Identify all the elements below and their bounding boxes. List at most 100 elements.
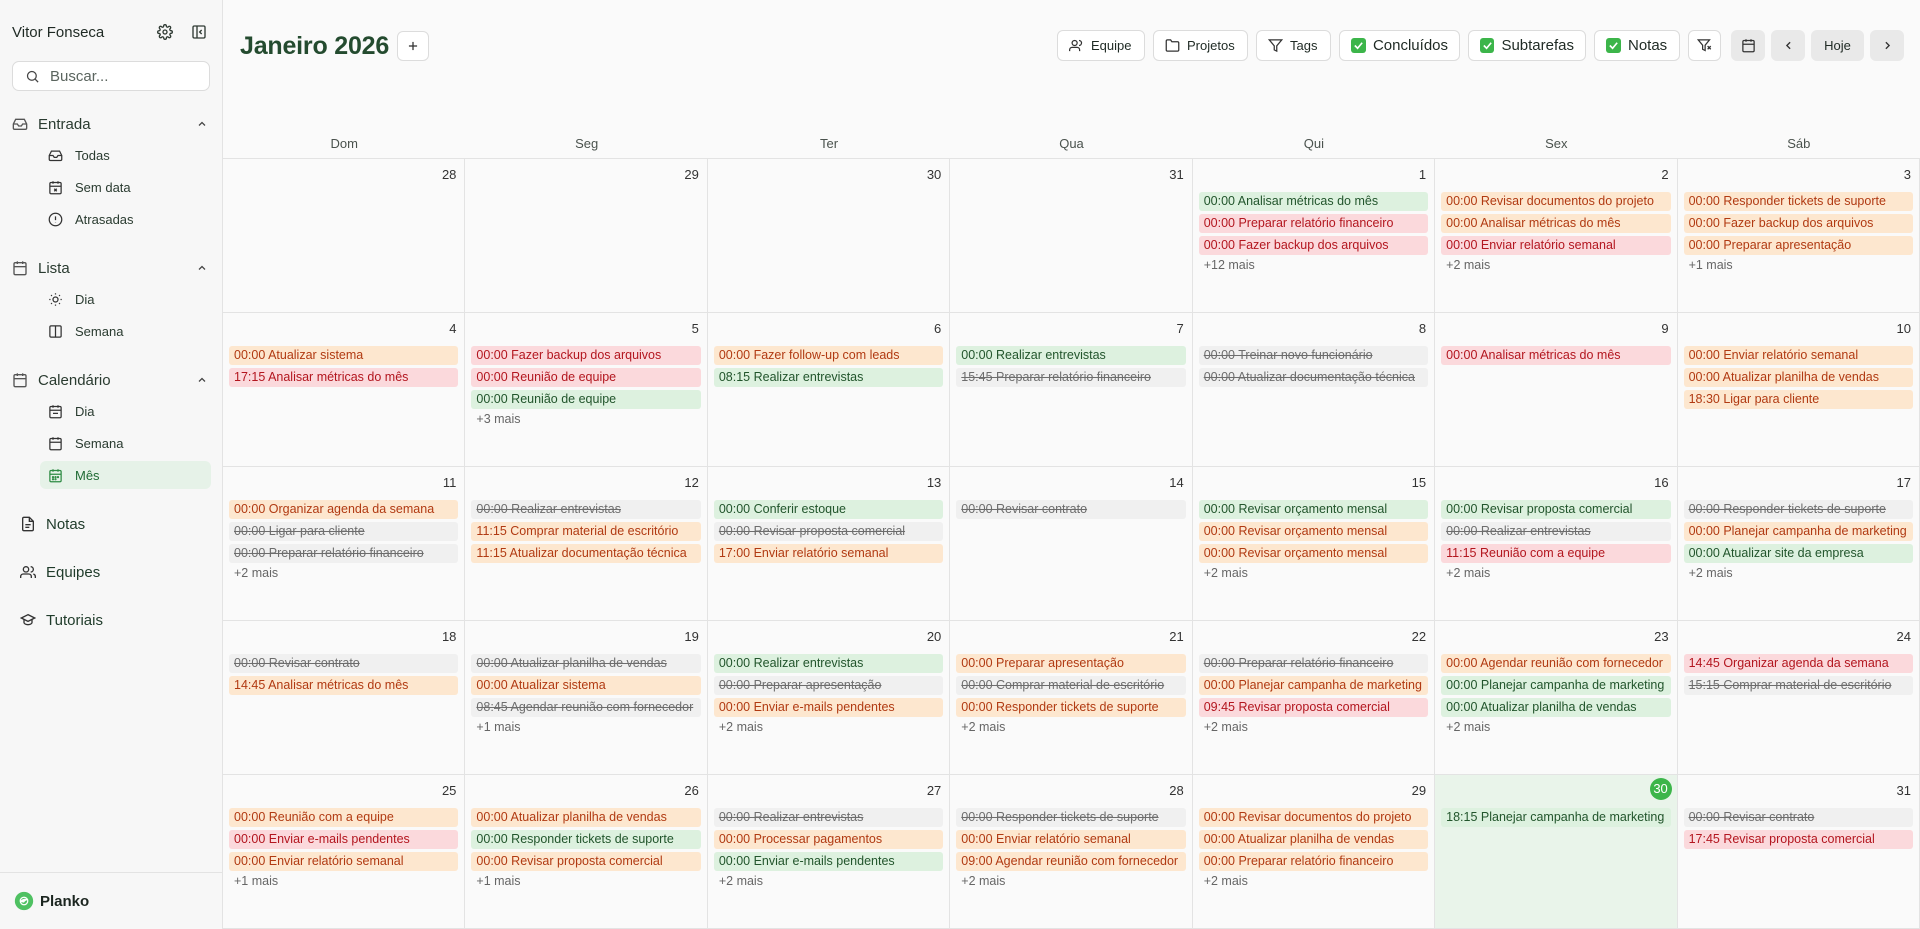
calendar-event[interactable]: 00:00 Reunião de equipe bbox=[471, 368, 701, 387]
more-events-link[interactable]: +2 mais bbox=[956, 874, 1185, 888]
more-events-link[interactable]: +1 mais bbox=[471, 874, 700, 888]
calendar-event[interactable]: 00:00 Revisar contrato bbox=[229, 654, 459, 673]
calendar-event[interactable]: 00:00 Responder tickets de suporte bbox=[956, 698, 1186, 717]
add-button[interactable] bbox=[397, 31, 429, 61]
search-input[interactable] bbox=[50, 67, 200, 85]
day-cell[interactable]: 29 bbox=[465, 159, 708, 313]
today-button[interactable]: Hoje bbox=[1811, 30, 1864, 61]
calendar-event[interactable]: 00:00 Preparar apresentação bbox=[956, 654, 1186, 673]
day-cell[interactable]: 7 00:00 Realizar entrevistas 15:45 Prepara… bbox=[950, 313, 1193, 467]
tags-filter-button[interactable]: Tags bbox=[1256, 30, 1331, 61]
day-cell[interactable]: 12 00:00 Realizar entrevistas 11:15 Compra… bbox=[465, 467, 708, 621]
sidebar-item-cal-dia[interactable]: Dia bbox=[40, 397, 211, 425]
chevron-up-icon[interactable] bbox=[194, 372, 210, 388]
calendar-event[interactable]: 00:00 Responder tickets de suporte bbox=[471, 830, 701, 849]
more-events-link[interactable]: +2 mais bbox=[956, 720, 1185, 734]
chevron-up-icon[interactable] bbox=[194, 260, 210, 276]
notes-toggle[interactable]: Notas bbox=[1594, 30, 1680, 61]
section-list[interactable]: Lista bbox=[12, 256, 210, 280]
sidebar-item-atrasadas[interactable]: Atrasadas bbox=[40, 205, 211, 233]
day-cell[interactable]: 31 00:00 Revisar contrato 17:45 Revisar pr… bbox=[1677, 775, 1920, 929]
calendar-event[interactable]: 11:15 Reunião com a equipe bbox=[1441, 544, 1671, 563]
calendar-event[interactable]: 00:00 Fazer backup dos arquivos bbox=[1198, 236, 1429, 255]
calendar-event[interactable]: 00:00 Revisar orçamento mensal bbox=[1198, 544, 1429, 563]
calendar-event[interactable]: 00:00 Enviar relatório semanal bbox=[1441, 236, 1671, 255]
calendar-event[interactable]: 17:45 Revisar proposta comercial bbox=[1683, 830, 1913, 849]
day-cell[interactable]: 1 00:00 Analisar métricas do mês 00:00 Pre… bbox=[1192, 159, 1436, 313]
calendar-event[interactable]: 17:15 Analisar métricas do mês bbox=[229, 368, 459, 387]
calendar-event[interactable]: 00:00 Planejar campanha de marketing bbox=[1441, 676, 1671, 695]
section-calendar[interactable]: Calendário bbox=[12, 368, 210, 392]
calendar-event[interactable]: 00:00 Revisar orçamento mensal bbox=[1198, 522, 1429, 541]
day-cell[interactable]: 11 00:00 Organizar agenda da semana 00:00 … bbox=[223, 467, 466, 621]
day-cell[interactable]: 9 00:00 Analisar métricas do mês bbox=[1435, 313, 1678, 467]
day-cell-today[interactable]: 30 18:15 Planejar campanha de marketing bbox=[1435, 775, 1678, 929]
calendar-event[interactable]: 00:00 Atualizar planilha de vendas bbox=[471, 808, 701, 827]
calendar-event[interactable]: 00:00 Conferir estoque bbox=[713, 500, 944, 519]
day-cell[interactable]: 26 00:00 Atualizar planilha de vendas 00:0… bbox=[465, 775, 708, 929]
day-cell[interactable]: 23 00:00 Agendar reunião com fornecedor 00… bbox=[1435, 621, 1678, 775]
calendar-event[interactable]: 17:00 Enviar relatório semanal bbox=[713, 544, 944, 563]
day-cell[interactable]: 8 00:00 Treinar novo funcionário 00:00 Atu… bbox=[1192, 313, 1436, 467]
day-cell[interactable]: 5 00:00 Fazer backup dos arquivos 00:00 Re… bbox=[465, 313, 708, 467]
more-events-link[interactable]: +2 mais bbox=[1441, 720, 1670, 734]
calendar-event[interactable]: 00:00 Atualizar documentação técnica bbox=[1198, 368, 1429, 387]
calendar-event[interactable]: 00:00 Preparar apresentação bbox=[1683, 236, 1913, 255]
day-cell[interactable]: 29 00:00 Revisar documentos do projeto 00:… bbox=[1192, 775, 1436, 929]
previous-month-button[interactable] bbox=[1771, 30, 1805, 61]
calendar-event[interactable]: 00:00 Revisar proposta comercial bbox=[1441, 500, 1671, 519]
calendar-event[interactable]: 00:00 Realizar entrevistas bbox=[713, 808, 944, 827]
more-events-link[interactable]: +2 mais bbox=[1199, 720, 1428, 734]
calendar-event[interactable]: 00:00 Revisar contrato bbox=[1683, 808, 1913, 827]
day-cell[interactable]: 21 00:00 Preparar apresentação 00:00 Compr… bbox=[950, 621, 1193, 775]
day-cell[interactable]: 10 00:00 Enviar relatório semanal 00:00 At… bbox=[1677, 313, 1920, 467]
more-events-link[interactable]: +1 mais bbox=[471, 720, 700, 734]
day-cell[interactable]: 13 00:00 Conferir estoque 00:00 Revisar pr… bbox=[707, 467, 951, 621]
calendar-event[interactable]: 00:00 Enviar e-mails pendentes bbox=[713, 852, 944, 871]
calendar-event[interactable]: 00:00 Atualizar sistema bbox=[471, 676, 701, 695]
calendar-event[interactable]: 00:00 Revisar proposta comercial bbox=[713, 522, 944, 541]
day-cell[interactable]: 31 bbox=[950, 159, 1193, 313]
user-name[interactable]: Vitor Fonseca bbox=[12, 24, 142, 41]
calendar-event[interactable]: 00:00 Atualizar planilha de vendas bbox=[1198, 830, 1429, 849]
more-events-link[interactable]: +2 mais bbox=[714, 874, 943, 888]
calendar-event[interactable]: 00:00 Atualizar planilha de vendas bbox=[1683, 368, 1913, 387]
calendar-event[interactable]: 00:00 Revisar documentos do projeto bbox=[1198, 808, 1429, 827]
calendar-event[interactable]: 00:00 Preparar relatório financeiro bbox=[1198, 852, 1429, 871]
calendar-event[interactable]: 18:15 Planejar campanha de marketing bbox=[1441, 808, 1671, 827]
sidebar-item-cal-semana[interactable]: Semana bbox=[40, 429, 211, 457]
calendar-event[interactable]: 09:45 Revisar proposta comercial bbox=[1198, 698, 1429, 717]
day-cell[interactable]: 19 00:00 Atualizar planilha de vendas 00:0… bbox=[465, 621, 708, 775]
day-cell[interactable]: 2 00:00 Revisar documentos do projeto 00:0… bbox=[1435, 159, 1678, 313]
more-events-link[interactable]: +2 mais bbox=[1199, 874, 1428, 888]
day-cell[interactable]: 3 00:00 Responder tickets de suporte 00:00… bbox=[1677, 159, 1920, 313]
calendar-event[interactable]: 00:00 Responder tickets de suporte bbox=[1683, 192, 1913, 211]
calendar-event[interactable]: 00:00 Reunião de equipe bbox=[471, 390, 701, 409]
calendar-event[interactable]: 00:00 Preparar relatório financeiro bbox=[1198, 654, 1429, 673]
calendar-event[interactable]: 15:15 Comprar material de escritório bbox=[1683, 676, 1913, 695]
date-picker-button[interactable] bbox=[1731, 30, 1765, 61]
calendar-event[interactable]: 00:00 Enviar relatório semanal bbox=[1683, 346, 1913, 365]
day-cell[interactable]: 16 00:00 Revisar proposta comercial 00:00 … bbox=[1435, 467, 1678, 621]
calendar-event[interactable]: 00:00 Agendar reunião com fornecedor bbox=[1441, 654, 1671, 673]
clear-filters-button[interactable] bbox=[1688, 30, 1721, 61]
day-cell[interactable]: 28 00:00 Responder tickets de suporte 00:0… bbox=[950, 775, 1193, 929]
calendar-event[interactable]: 00:00 Enviar relatório semanal bbox=[229, 852, 459, 871]
more-events-link[interactable]: +2 mais bbox=[1441, 566, 1670, 580]
search-box[interactable] bbox=[12, 61, 210, 91]
more-events-link[interactable]: +2 mais bbox=[1199, 566, 1428, 580]
calendar-event[interactable]: 00:00 Preparar relatório financeiro bbox=[229, 544, 459, 563]
day-cell[interactable]: 14 00:00 Revisar contrato bbox=[950, 467, 1193, 621]
more-events-link[interactable]: +1 mais bbox=[229, 874, 458, 888]
calendar-event[interactable]: 00:00 Responder tickets de suporte bbox=[1683, 500, 1913, 519]
sidebar-item-teams[interactable]: Equipes bbox=[20, 559, 100, 585]
sidebar-item-notes[interactable]: Notas bbox=[20, 511, 85, 537]
calendar-event[interactable]: 00:00 Comprar material de escritório bbox=[956, 676, 1186, 695]
calendar-event[interactable]: 00:00 Enviar relatório semanal bbox=[956, 830, 1186, 849]
settings-icon[interactable] bbox=[154, 21, 176, 43]
day-cell[interactable]: 18 00:00 Revisar contrato 14:45 Analisar m… bbox=[223, 621, 466, 775]
more-events-link[interactable]: +3 mais bbox=[471, 412, 700, 426]
calendar-event[interactable]: 00:00 Ligar para cliente bbox=[229, 522, 459, 541]
subtasks-toggle[interactable]: Subtarefas bbox=[1468, 30, 1586, 61]
calendar-event[interactable]: 00:00 Revisar documentos do projeto bbox=[1441, 192, 1671, 211]
